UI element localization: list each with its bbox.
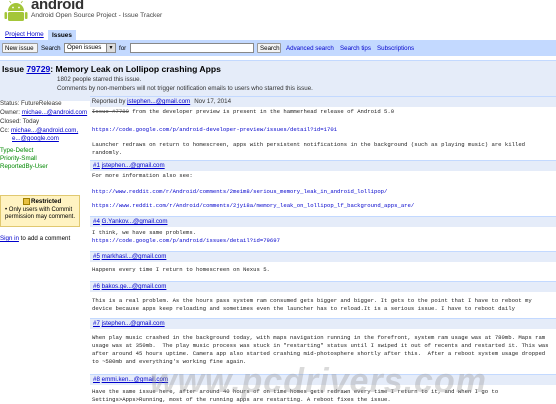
- comment-line: Happens every time I return to homescree…: [92, 266, 270, 273]
- author-link[interactable]: markhasl...@gmail.com: [102, 253, 167, 260]
- label-reportedby[interactable]: ReportedBy-User: [0, 163, 48, 170]
- sign-in-link[interactable]: Sign in: [0, 235, 19, 242]
- star-count: 1802 people starred this issue.: [57, 76, 142, 83]
- comment-line: I think, we have same problems.: [92, 229, 197, 236]
- cc-link-2[interactable]: e...@google.com: [12, 135, 59, 142]
- comment-line: randomly.: [92, 149, 123, 156]
- comment-date: Nov 17, 2014: [194, 98, 232, 105]
- lock-icon: [23, 198, 30, 205]
- watermark: www.pcdrivers.com: [150, 362, 487, 400]
- issue-scope-select[interactable]: Open issues ▼: [64, 43, 116, 53]
- author-link[interactable]: jstephen...@gmail.com: [127, 98, 190, 105]
- issue-header: Issue 79729: Memory Leak on Lollipop cra…: [0, 60, 556, 101]
- comment-link[interactable]: https://code.google.com/p/android-develo…: [92, 126, 337, 133]
- comment-link[interactable]: https://code.google.com/p/android/issues…: [92, 237, 280, 244]
- comment-line: https://code.google.com/p/android/issues…: [92, 237, 280, 245]
- comment-header: #7 jstephen...@gmail.com: [90, 318, 556, 329]
- comment-thread: Reported by jstephen...@gmail.com Nov 17,…: [90, 96, 556, 404]
- issue-number-link[interactable]: 79729: [26, 64, 50, 74]
- owner-link[interactable]: michae...@android.com: [22, 109, 87, 116]
- search-input[interactable]: [130, 43, 254, 53]
- advanced-search-link[interactable]: Advanced search: [286, 45, 334, 52]
- comment-link[interactable]: http://www.reddit.com/r/Android/comments…: [92, 188, 387, 195]
- issue-prefix: Issue: [2, 64, 24, 74]
- comment-line: after around 45 hours uptime. Camera app…: [92, 350, 546, 357]
- chevron-down-icon[interactable]: ▼: [106, 44, 115, 52]
- cc-link-1[interactable]: michae...@android.com,: [11, 127, 78, 134]
- comment-number[interactable]: #5: [93, 253, 100, 260]
- restricted-body: • Only users with Commit permission may …: [5, 207, 76, 220]
- author-link[interactable]: jstephen...@gmail.com: [102, 320, 165, 327]
- author-link[interactable]: G.Yankov...@gmail.com: [102, 218, 168, 225]
- comment-line: This is a real problem. As the hours pas…: [92, 297, 532, 304]
- search-tips-link[interactable]: Search tips: [340, 45, 371, 52]
- tab-project-home[interactable]: Project Home: [2, 30, 47, 40]
- meta-owner: Owner: michae...@android.com: [0, 109, 88, 116]
- search-toolbar: New issue Search Open issues ▼ for Searc…: [0, 41, 556, 56]
- sign-in-line: Sign in to add a comment: [0, 235, 71, 242]
- comment-number[interactable]: #1: [93, 162, 100, 169]
- android-logo-icon[interactable]: [3, 0, 29, 24]
- search-label: Search: [41, 45, 61, 52]
- label-type[interactable]: Type-Defect: [0, 147, 33, 154]
- comment-line: https://www.reddit.com/r/Android/comment…: [92, 202, 414, 210]
- search-button[interactable]: Search: [257, 43, 281, 53]
- subscriptions-link[interactable]: Subscriptions: [377, 45, 414, 52]
- meta-cc: Cc: michae...@android.com,: [0, 127, 79, 134]
- meta-closed: Closed: Today: [0, 118, 40, 125]
- comment-line: usage was at 350mb. The play music proce…: [92, 342, 549, 349]
- tab-bar: Project Home Issues: [0, 30, 556, 41]
- closed-value: Today: [22, 118, 40, 125]
- comment-line: https://code.google.com/p/android-develo…: [92, 126, 337, 134]
- meta-cc-2: e...@google.com: [12, 135, 59, 142]
- header: android Android Open Source Project - Is…: [0, 0, 556, 28]
- comment-number[interactable]: #8: [93, 376, 100, 383]
- tab-issues[interactable]: Issues: [48, 30, 76, 41]
- new-issue-button[interactable]: New issue: [2, 43, 38, 53]
- comment-header: #4 G.Yankov...@gmail.com: [90, 216, 556, 227]
- for-label: for: [119, 45, 127, 52]
- comment-header: #1 jstephen...@gmail.com: [90, 160, 556, 171]
- meta-status: Status: FutureRelease: [0, 100, 62, 107]
- author-link[interactable]: jstephen...@gmail.com: [102, 162, 165, 169]
- comment-number[interactable]: #6: [93, 283, 100, 290]
- comment-line: Launcher redraws on return to homescreen…: [92, 141, 526, 148]
- issue-title-text: : Memory Leak on Lollipop crashing Apps: [50, 64, 221, 74]
- comment-line: Issue #7789 from the developer preview i…: [92, 108, 395, 115]
- comment-header: #6 bakos.ge...@gmail.com: [90, 281, 556, 292]
- issue-title: Issue 79729: Memory Leak on Lollipop cra…: [2, 64, 221, 74]
- star-note: Comments by non-members will not trigger…: [57, 85, 313, 92]
- comment-line: http://www.reddit.com/r/Android/comments…: [92, 188, 387, 196]
- comment-number[interactable]: #7: [93, 320, 100, 327]
- issue-ref-link[interactable]: Issue #7789: [92, 108, 129, 115]
- comment-header: Reported by jstephen...@gmail.com Nov 17,…: [90, 96, 556, 107]
- comment-link[interactable]: https://www.reddit.com/r/Android/comment…: [92, 202, 414, 209]
- comment-header: #5 markhasl...@gmail.com: [90, 251, 556, 262]
- restricted-title: Restricted: [31, 198, 62, 205]
- site-subtitle: Android Open Source Project - Issue Trac…: [31, 12, 163, 19]
- comment-line: device because apps keep reloading and s…: [92, 305, 515, 312]
- restricted-box: Restricted • Only users with Commit perm…: [0, 195, 80, 227]
- comment-line: For more information also see:: [92, 172, 193, 179]
- comment-number[interactable]: #4: [93, 218, 100, 225]
- author-link[interactable]: bakos.ge...@gmail.com: [102, 283, 167, 290]
- issue-scope-value: Open issues: [67, 44, 102, 51]
- comment-line: When play music crashed in the backgroun…: [92, 334, 546, 341]
- label-priority[interactable]: Priority-Small: [0, 155, 37, 162]
- status-value: FutureRelease: [21, 100, 62, 107]
